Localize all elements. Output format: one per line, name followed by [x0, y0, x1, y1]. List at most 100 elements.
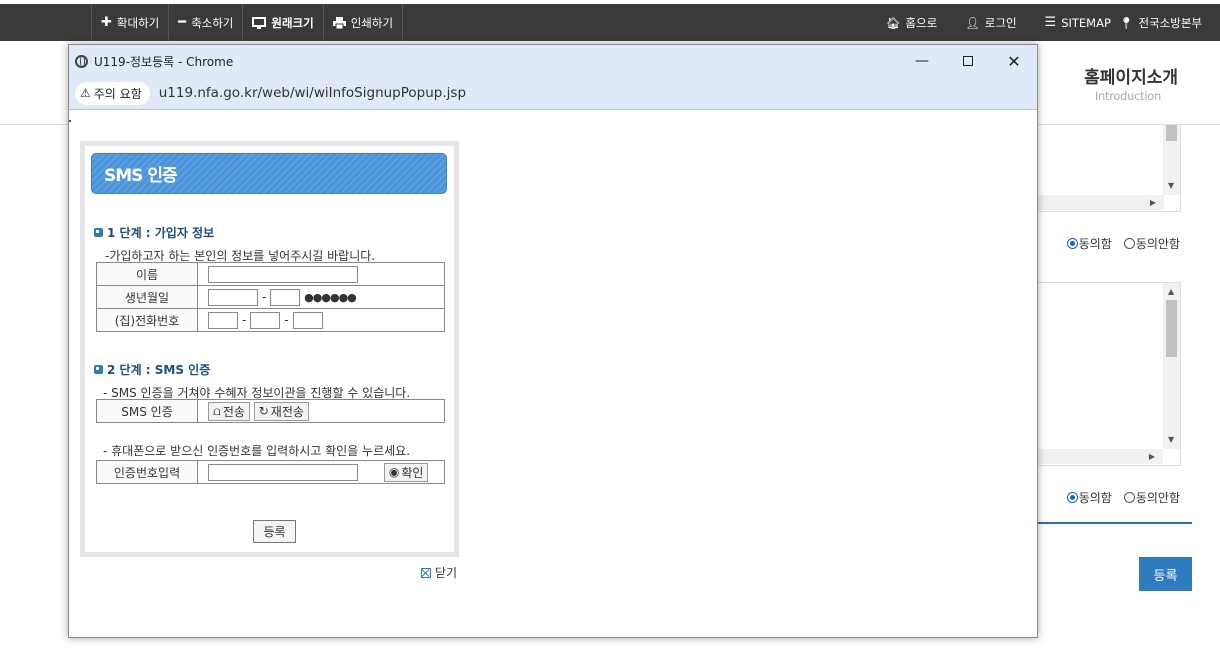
verification-code-input[interactable]: [208, 463, 358, 481]
horizontal-scrollbar[interactable]: ▶: [1038, 195, 1164, 210]
minimize-button[interactable]: —: [899, 45, 945, 77]
map-marker-icon: 📍︎: [1118, 15, 1134, 30]
terms-box-2[interactable]: ▲ ▼ ▶: [1037, 282, 1181, 466]
agree-radio-group-2: 동의함 동의안함: [1066, 489, 1180, 506]
home-link[interactable]: 🏠︎ 홈으로: [886, 15, 937, 31]
confirm-label: 확인: [401, 465, 424, 480]
intro-title: 홈페이지소개: [1084, 68, 1178, 88]
refresh-icon: ↻: [258, 404, 269, 418]
masked-digits: ●●●●●●: [304, 290, 357, 304]
birth-suffix-input[interactable]: [270, 288, 301, 306]
url-text: u119.nfa.go.kr/web/wi/wiInfoSignupPopup.…: [158, 85, 467, 101]
name-input[interactable]: [208, 265, 358, 283]
close-window-button[interactable]: ✕: [991, 45, 1037, 77]
bullet-icon: [94, 365, 103, 374]
phone-part1-input[interactable]: [208, 311, 238, 329]
send-button[interactable]: ⩍ 전송: [208, 401, 250, 421]
user-icon: 👤︎: [965, 15, 980, 30]
intro-subtitle: Introduction: [1094, 89, 1161, 103]
send-label: 전송: [222, 404, 245, 419]
printer-icon: [332, 16, 346, 29]
resend-button[interactable]: ↻ 재전송: [253, 401, 309, 421]
original-size-label: 원래크기: [271, 15, 314, 30]
horizontal-scrollbar[interactable]: ▶: [1037, 449, 1163, 464]
confirm-icon: ◉: [388, 465, 400, 479]
security-warning-chip[interactable]: ⚠ 주의 요함: [75, 81, 150, 105]
agree-radio-group-1: 동의함 동의안함: [1066, 235, 1180, 252]
verification-table: 인증번호입력 ◉ 확인: [96, 460, 445, 484]
login-label: 로그인: [984, 15, 1017, 30]
print-label: 인쇄하기: [350, 15, 394, 30]
disagree-label: 동의안함: [1135, 237, 1180, 251]
code-description: - 휴대폰으로 받으신 인증번호를 입력하시고 확인을 누르세요.: [103, 444, 411, 458]
close-box-icon: [421, 567, 431, 578]
scrollbar[interactable]: ▼: [1163, 125, 1180, 195]
phone-label: (집)전화번호: [96, 308, 198, 332]
hq-label: 전국소방본부: [1138, 15, 1202, 30]
hq-link[interactable]: 📍︎ 전국소방본부: [1119, 15, 1202, 31]
agree-label: 동의함: [1078, 237, 1112, 251]
original-size-button[interactable]: 원래크기: [242, 4, 322, 41]
maximize-icon: [963, 56, 973, 66]
terms-box-1[interactable]: ▼ ▶: [1037, 125, 1181, 212]
page-register-button[interactable]: 등록: [1139, 557, 1192, 591]
step1-title: 1 단계 : 가입자 정보: [94, 224, 214, 241]
disagree-label: 동의안함: [1135, 491, 1180, 505]
step1-title-text: 1 단계 : 가입자 정보: [107, 226, 215, 240]
print-button[interactable]: 인쇄하기: [322, 4, 404, 41]
agree-radio[interactable]: 동의함: [1066, 235, 1112, 252]
popup-window: U119-정보등록 - Chrome — ✕ ⚠ 주의 요함 u119.nfa.…: [68, 44, 1038, 638]
menu-icon: ☰: [1044, 15, 1057, 30]
minimize-icon: —: [915, 53, 929, 69]
sitemap-label: SITEMAP: [1061, 15, 1111, 30]
zoom-in-label: 확대하기: [116, 15, 160, 30]
popup-content: SMS 인증 1 단계 : 가입자 정보 -가입하고자 하는 본인의 정보를 넣…: [69, 110, 1037, 637]
window-titlebar[interactable]: U119-정보등록 - Chrome — ✕: [69, 45, 1037, 77]
close-icon: ✕: [1007, 51, 1021, 71]
disagree-radio[interactable]: 동의안함: [1123, 235, 1180, 252]
name-label: 이름: [96, 262, 198, 286]
confirm-button[interactable]: ◉ 확인: [383, 462, 429, 482]
zoom-out-button[interactable]: ━ 축소하기: [168, 4, 242, 41]
accessibility-toolbar: ✚ 확대하기 ━ 축소하기 원래크기 인쇄하기 🏠︎ 홈으로 👤︎ 로그인 ☰ …: [0, 4, 1220, 41]
globe-icon: [75, 54, 88, 68]
send-icon: ⩍: [213, 403, 221, 418]
warning-label: 주의 요함: [93, 86, 142, 101]
warning-icon: ⚠: [80, 86, 91, 100]
zoom-out-label: 축소하기: [191, 15, 234, 30]
divider: [1037, 522, 1192, 524]
plus-icon: ✚: [101, 15, 112, 30]
close-link[interactable]: 닫기: [421, 564, 457, 581]
subscriber-info-table: 이름 생년월일 - ●●●●●● (집)전화번호 --: [96, 262, 445, 332]
birth-date-input[interactable]: [208, 288, 258, 306]
maximize-button[interactable]: [945, 45, 991, 77]
scrollbar[interactable]: ▲ ▼: [1163, 283, 1180, 449]
phone-part3-input[interactable]: [292, 311, 323, 329]
window-title: U119-정보등록 - Chrome: [94, 54, 234, 69]
step2-title-text: 2 단계 : SMS 인증: [107, 363, 211, 377]
zoom-in-button[interactable]: ✚ 확대하기: [91, 4, 168, 41]
code-label: 인증번호입력: [96, 460, 198, 484]
close-label: 닫기: [435, 566, 458, 580]
agree-radio[interactable]: 동의함: [1066, 489, 1112, 506]
stray-dot: [69, 120, 71, 122]
home-label: 홈으로: [905, 15, 938, 30]
sms-label: SMS 인증: [96, 399, 198, 423]
sms-auth-table: SMS 인증 ⩍ 전송 ↻ 재전송: [96, 399, 445, 423]
phone-part2-input[interactable]: [250, 311, 281, 329]
address-bar[interactable]: ⚠ 주의 요함 u119.nfa.go.kr/web/wi/wiInfoSign…: [69, 77, 1037, 110]
register-button[interactable]: 등록: [253, 520, 296, 543]
step2-title: 2 단계 : SMS 인증: [94, 361, 210, 378]
resend-label: 재전송: [270, 404, 304, 419]
disagree-radio[interactable]: 동의안함: [1123, 489, 1180, 506]
sitemap-link[interactable]: ☰ SITEMAP: [1045, 15, 1111, 30]
home-icon: 🏠︎: [885, 15, 901, 30]
sms-auth-panel: SMS 인증 1 단계 : 가입자 정보 -가입하고자 하는 본인의 정보를 넣…: [80, 141, 459, 557]
agree-label: 동의함: [1078, 491, 1112, 505]
login-link[interactable]: 👤︎ 로그인: [965, 15, 1016, 31]
sms-auth-header: SMS 인증: [91, 153, 447, 194]
monitor-icon: [252, 16, 267, 29]
birth-label: 생년월일: [96, 285, 198, 309]
minus-icon: ━: [178, 15, 187, 30]
bullet-icon: [94, 228, 103, 237]
